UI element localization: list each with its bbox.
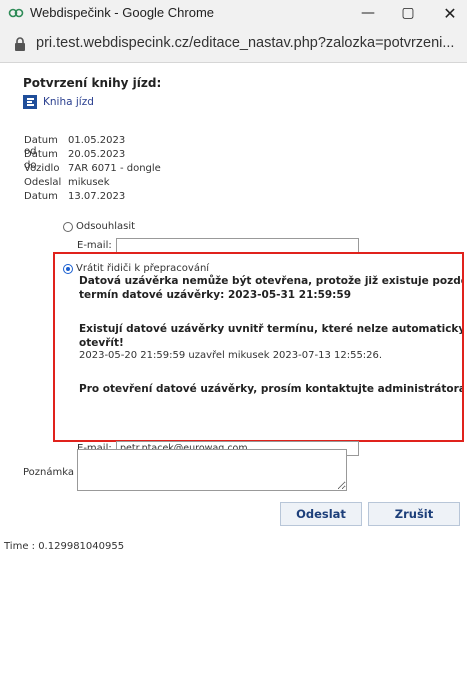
info-fields: Datum od 01.05.2023 Datum do 20.05.2023 … — [24, 135, 161, 205]
alert-line: Datová uzávěrka nemůže být otevřena, pro… — [79, 275, 464, 287]
close-button[interactable]: ✕ — [430, 0, 467, 26]
radio-odsouhlasit[interactable] — [63, 221, 73, 232]
url-text[interactable]: pri.test.webdispecink.cz/editace_nastav.… — [36, 35, 454, 51]
alert-spacer — [55, 414, 462, 440]
field-value: 13.07.2023 — [68, 191, 126, 202]
field-label: Odeslal — [24, 177, 62, 188]
maximize-button[interactable]: ▢ — [388, 0, 428, 26]
option-return[interactable]: Vrátit řidiči k přepracování — [63, 263, 209, 274]
field-value: 01.05.2023 — [68, 135, 126, 146]
webdispecink-app-icon — [8, 8, 24, 18]
email-label: E-mail: — [77, 240, 112, 251]
option-odsouhlasit[interactable]: Odsouhlasit — [63, 221, 135, 232]
alert-line: otevřít! — [79, 337, 124, 349]
field-row: Datum 13.07.2023 — [24, 191, 161, 205]
address-bar[interactable]: pri.test.webdispecink.cz/editace_nastav.… — [0, 26, 467, 63]
render-time: Time : 0.129981040955 — [4, 541, 125, 552]
option-return-label: Vrátit řidiči k přepracování — [76, 263, 210, 274]
field-row: Odeslal mikusek — [24, 177, 161, 191]
field-value: 7AR 6071 - dongle — [68, 163, 161, 174]
book-icon — [23, 95, 37, 109]
alert-line: Existují datové uzávěrky uvnitř termínu,… — [79, 323, 464, 335]
book-link[interactable]: Kniha jízd — [23, 95, 94, 109]
book-link-label[interactable]: Kniha jízd — [43, 96, 94, 108]
field-label: Datum od — [24, 135, 58, 157]
alert-closure-detail: 2023-05-20 21:59:59 uzavřel mikusek 2023… — [79, 350, 383, 361]
page-title: Potvrzení knihy jízd: — [23, 76, 162, 90]
option-odsouhlasit-label: Odsouhlasit — [76, 221, 136, 232]
alert-line: Pro otevření datové uzávěrky, prosím kon… — [79, 383, 464, 395]
field-row: Datum do 20.05.2023 — [24, 149, 161, 171]
field-value: mikusek — [68, 177, 110, 188]
radio-return[interactable] — [63, 263, 73, 274]
error-alert-box: Vrátit řidiči k přepracování Datová uzáv… — [53, 252, 464, 442]
field-label: Datum do — [24, 149, 58, 171]
field-label: Vozidlo — [24, 163, 60, 174]
lock-icon — [15, 37, 25, 51]
field-label: Datum — [24, 191, 58, 202]
field-row: Datum od 01.05.2023 — [24, 135, 161, 157]
send-button[interactable]: Odeslat — [280, 502, 362, 526]
browser-titlebar: Webdispečink - Google Chrome — ▢ ✕ — [0, 0, 467, 26]
email-field-1[interactable] — [116, 238, 359, 253]
note-label: Poznámka — [23, 467, 74, 478]
cancel-button[interactable]: Zrušit — [368, 502, 460, 526]
note-field[interactable] — [77, 449, 347, 491]
field-value: 20.05.2023 — [68, 149, 126, 160]
window-title: Webdispečink - Google Chrome — [30, 5, 215, 20]
alert-line: termín datové uzávěrky: 2023-05-31 21:59… — [79, 289, 351, 301]
field-row: Vozidlo 7AR 6071 - dongle — [24, 163, 161, 177]
minimize-button[interactable]: — — [348, 0, 388, 26]
